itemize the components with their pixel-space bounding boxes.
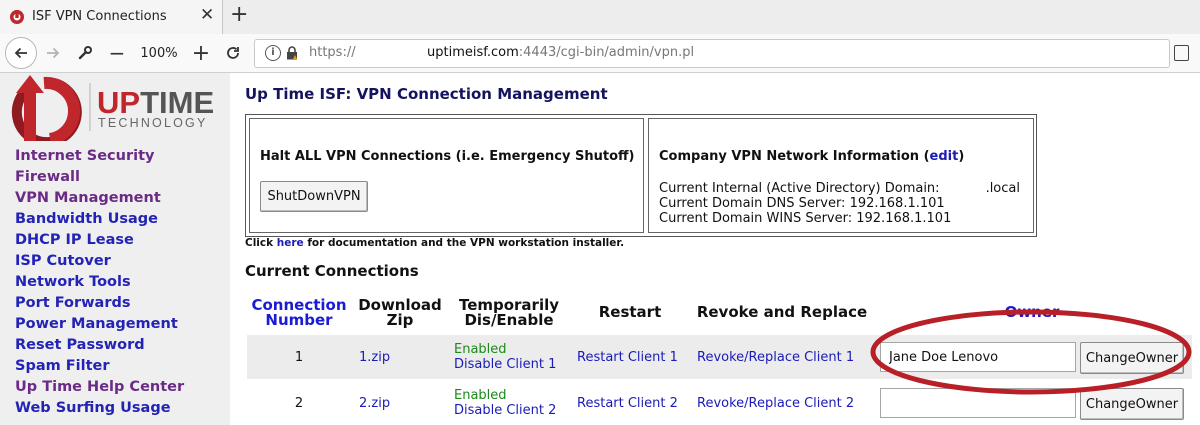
back-arrow-icon (14, 47, 27, 59)
sidebar-item-isp-cutover[interactable]: ISP Cutover (15, 251, 184, 272)
navigation-bar: − 100% + i https:// uptimeisf.com:4443/c… (0, 34, 1200, 73)
halt-title: Halt ALL VPN Connections (i.e. Emergency… (260, 149, 635, 164)
revoke-replace-link[interactable]: Revoke/Replace Client 2 (697, 396, 854, 411)
info-title: Company VPN Network Information (edit) (659, 149, 965, 164)
row-number: 1 (294, 350, 304, 365)
vpn-control-panel: Halt ALL VPN Connections (i.e. Emergency… (245, 114, 1037, 237)
zip-link-cell: 2.zip (359, 396, 390, 411)
disable-client-link[interactable]: Disable Client 2 (454, 403, 556, 418)
close-tab-icon[interactable]: ✕ (200, 5, 214, 25)
uptime-emblem-icon (11, 75, 82, 141)
redacted-url-part (365, 44, 423, 61)
network-info-panel: Company VPN Network Information (edit) C… (648, 118, 1034, 233)
header-connection-number[interactable]: Connection Number (249, 298, 349, 328)
zoom-level[interactable]: 100% (136, 40, 182, 66)
status-enabled: Enabled (454, 388, 507, 403)
header-revoke: Revoke and Replace (696, 303, 868, 321)
reader-view-icon[interactable] (1174, 45, 1189, 61)
sidebar-item-web-surfing-usage[interactable]: Web Surfing Usage (15, 398, 184, 419)
sidebar-item-dhcp-ip-lease[interactable]: DHCP IP Lease (15, 230, 184, 251)
sidebar-item-network-tools[interactable]: Network Tools (15, 272, 184, 293)
restart-client-link[interactable]: Restart Client 2 (577, 396, 678, 411)
lock-warning-icon[interactable] (286, 46, 298, 60)
status-enabled: Enabled (454, 342, 507, 357)
revoke-cell: Revoke/Replace Client 2 (697, 396, 854, 411)
sidebar-item-bandwidth-usage[interactable]: Bandwidth Usage (15, 209, 184, 230)
sidebar-item-up-time-help-center[interactable]: Up Time Help Center (15, 377, 184, 398)
reload-icon (227, 47, 239, 59)
halt-panel: Halt ALL VPN Connections (i.e. Emergency… (249, 118, 644, 233)
change-owner-button[interactable]: ChangeOwner (1080, 342, 1184, 374)
section-title: Current Connections (245, 262, 419, 280)
dns-line: Current Domain DNS Server: 192.168.1.101 (659, 196, 945, 211)
row-number: 2 (294, 396, 304, 411)
owner-input[interactable] (880, 388, 1076, 418)
restart-client-link[interactable]: Restart Client 1 (577, 350, 678, 365)
wrench-icon (78, 46, 92, 60)
documentation-note: Click here for documentation and the VPN… (245, 237, 625, 249)
url-scheme: https:// (309, 45, 356, 60)
change-owner-button[interactable]: ChangeOwner (1080, 388, 1184, 420)
url-path: :4443/cgi-bin/admin/vpn.pl (518, 45, 695, 60)
domain-line: Current Internal (Active Directory) Doma… (659, 181, 1020, 196)
revoke-cell: Revoke/Replace Client 1 (697, 350, 854, 365)
back-button[interactable] (5, 37, 37, 69)
sidebar-item-internet-security[interactable]: Internet Security (15, 146, 184, 167)
header-restart: Restart (598, 303, 662, 321)
tab-bar: ISF VPN Connections ✕ + (0, 0, 1200, 34)
header-toggle: Temporarily Dis/Enable (458, 296, 560, 329)
documentation-link[interactable]: here (277, 237, 304, 249)
url-text: uptimeisf.com:4443/cgi-bin/admin/vpn.pl (427, 45, 694, 60)
download-zip-link[interactable]: 2.zip (359, 396, 390, 411)
sidebar-item-spam-filter[interactable]: Spam Filter (15, 356, 184, 377)
zip-link-cell: 1.zip (359, 350, 390, 365)
restart-cell: Restart Client 2 (577, 396, 678, 411)
header-download-zip: Download Zip (358, 296, 442, 329)
sidebar-item-firewall[interactable]: Firewall (15, 167, 184, 188)
toggle-cell: Enabled Disable Client 1 (454, 342, 556, 372)
uptime-favicon-icon (10, 10, 24, 24)
brand-sub: TECHNOLOGY (98, 116, 208, 130)
sidebar-item-reset-password[interactable]: Reset Password (15, 335, 184, 356)
forward-button[interactable] (40, 40, 66, 66)
wins-line: Current Domain WINS Server: 192.168.1.10… (659, 211, 952, 226)
shutdown-vpn-button[interactable]: ShutDownVPN (260, 181, 368, 212)
uptime-logo: UPTIME TECHNOLOGY (11, 75, 214, 141)
brand-name: UPTIME (97, 85, 214, 120)
sidebar-item-vpn-management[interactable]: VPN Management (15, 188, 184, 209)
sidebar-nav: Internet Security Firewall VPN Management B… (15, 146, 184, 419)
restart-cell: Restart Client 1 (577, 350, 678, 365)
page-title: Up Time ISF: VPN Connection Management (245, 85, 608, 103)
tab-title: ISF VPN Connections (32, 9, 167, 24)
download-zip-link[interactable]: 1.zip (359, 350, 390, 365)
disable-client-link[interactable]: Disable Client 1 (454, 357, 556, 372)
new-tab-icon[interactable]: + (230, 2, 248, 27)
revoke-replace-link[interactable]: Revoke/Replace Client 1 (697, 350, 854, 365)
sidebar-item-power-management[interactable]: Power Management (15, 314, 184, 335)
header-owner[interactable]: Owner (990, 305, 1074, 320)
url-bar[interactable]: i https:// uptimeisf.com:4443/cgi-bin/ad… (254, 39, 1170, 68)
wrench-button[interactable] (72, 40, 98, 66)
zoom-out-button[interactable]: − (104, 40, 130, 66)
toggle-cell: Enabled Disable Client 2 (454, 388, 556, 418)
sidebar: UPTIME TECHNOLOGY Internet Security Firew… (0, 73, 230, 425)
sidebar-item-port-forwards[interactable]: Port Forwards (15, 293, 184, 314)
zoom-in-button[interactable]: + (188, 40, 214, 66)
forward-arrow-icon (47, 47, 60, 59)
url-domain: uptimeisf.com (427, 45, 519, 60)
edit-link[interactable]: edit (930, 149, 959, 164)
reload-button[interactable] (220, 40, 246, 66)
browser-tab[interactable]: ISF VPN Connections ✕ (0, 0, 223, 34)
info-icon[interactable]: i (265, 45, 281, 61)
owner-input[interactable] (880, 342, 1076, 372)
